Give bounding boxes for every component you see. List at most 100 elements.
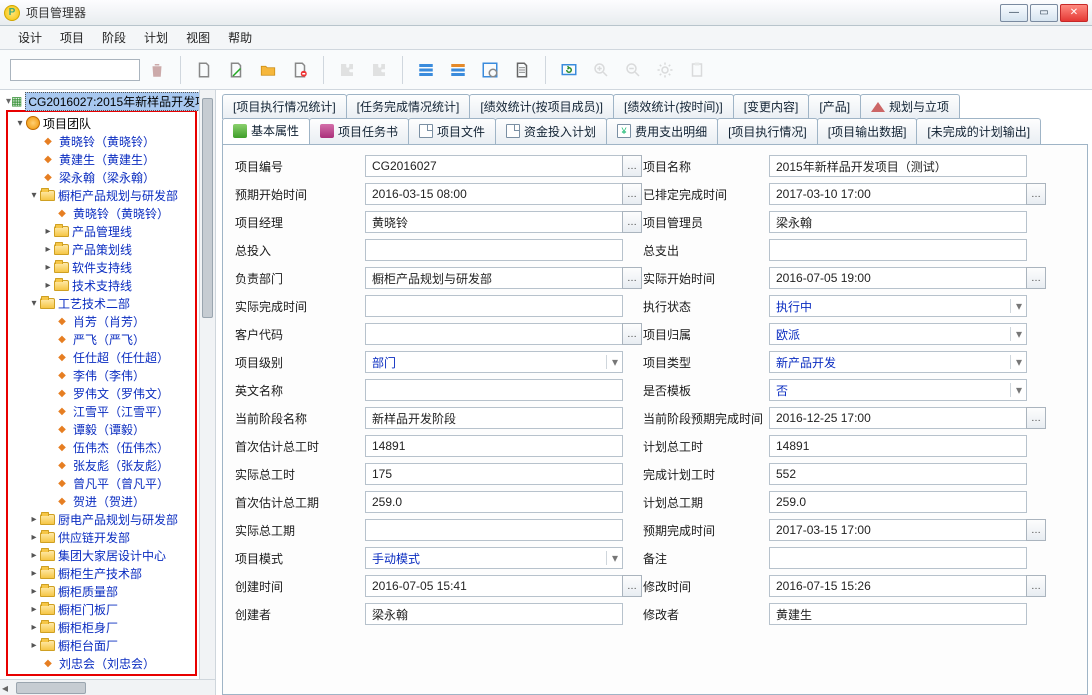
expand-icon[interactable]: ▸ <box>28 640 40 651</box>
tree-member[interactable]: 张友彪（张友彪） <box>10 456 195 474</box>
field-value[interactable]: 14891 <box>365 435 623 457</box>
tab-task-book[interactable]: 项目任务书 <box>309 118 409 144</box>
field-value[interactable]: 2016-12-25 17:00 <box>769 407 1027 429</box>
expand-icon[interactable]: ▸ <box>42 226 54 237</box>
close-button[interactable]: ✕ <box>1060 4 1088 22</box>
tree-member[interactable]: 黄晓铃（黄晓铃） <box>10 204 195 222</box>
tree-subdept[interactable]: ▸产品管理线 <box>10 222 195 240</box>
tree-member[interactable]: 曾凡平（曾凡平） <box>10 474 195 492</box>
tree-dept[interactable]: ▸厨电产品规划与研发部 <box>10 510 195 528</box>
field-value[interactable]: 新样品开发阶段 <box>365 407 623 429</box>
field-value[interactable]: 欧派 <box>769 323 1027 345</box>
lookup-button[interactable]: … <box>622 323 642 345</box>
menu-view[interactable]: 视图 <box>178 27 218 48</box>
tree-member[interactable]: 江雪平（江雪平） <box>10 402 195 420</box>
scroll-left-icon[interactable]: ◂ <box>2 681 8 695</box>
expand-icon[interactable]: ▸ <box>42 280 54 291</box>
field-value[interactable] <box>365 519 623 541</box>
tree-member[interactable]: 任仕超（任仕超） <box>10 348 195 366</box>
tree-member[interactable]: 黄晓铃（黄晓铃） <box>10 132 195 150</box>
menu-help[interactable]: 帮助 <box>220 27 260 48</box>
tab-product[interactable]: [产品] <box>808 94 861 119</box>
tree-dept[interactable]: ▸供应链开发部 <box>10 528 195 546</box>
field-value[interactable] <box>769 547 1027 569</box>
document-icon[interactable] <box>507 55 537 85</box>
expand-icon[interactable]: ▸ <box>28 568 40 579</box>
field-value[interactable]: 梁永翰 <box>365 603 623 625</box>
view-list-blue-icon[interactable] <box>411 55 441 85</box>
expand-icon[interactable]: ▸ <box>42 244 54 255</box>
expand-icon[interactable]: ▾ <box>28 190 40 201</box>
tab-exec-status[interactable]: [项目执行情况] <box>717 118 818 144</box>
field-value[interactable] <box>769 239 1027 261</box>
field-value[interactable] <box>365 323 623 345</box>
expand-icon[interactable]: ▸ <box>42 262 54 273</box>
tree-member[interactable]: 谭毅（谭毅） <box>10 420 195 438</box>
field-value[interactable] <box>365 239 623 261</box>
lookup-button[interactable]: … <box>622 575 642 597</box>
tree-member[interactable]: 黄建生（黄建生） <box>10 150 195 168</box>
lookup-button[interactable]: … <box>1026 267 1046 289</box>
field-value[interactable]: 2015年新样品开发项目（测试） <box>769 155 1027 177</box>
tree-subdept[interactable]: ▸软件支持线 <box>10 258 195 276</box>
maximize-button[interactable]: ▭ <box>1030 4 1058 22</box>
tree-member[interactable]: 刘忠会（刘忠会） <box>10 654 195 672</box>
field-value[interactable]: 橱柜产品规划与研发部 <box>365 267 623 289</box>
tree-dept[interactable]: ▸集团大家居设计中心 <box>10 546 195 564</box>
tab-expense[interactable]: 费用支出明细 <box>606 118 718 144</box>
view-list-orange-icon[interactable] <box>443 55 473 85</box>
project-tree[interactable]: ▾ ▦ CG2016027:2015年新样品开发项目（ ▾ 项目团队 黄晓铃（黄… <box>0 90 215 679</box>
open-folder-icon[interactable] <box>253 55 283 85</box>
tree-member[interactable]: 肖芳（肖芳） <box>10 312 195 330</box>
field-value[interactable] <box>365 379 623 401</box>
tab-fund-plan[interactable]: 资金投入计划 <box>495 118 607 144</box>
lookup-button[interactable]: … <box>1026 575 1046 597</box>
tree-root[interactable]: ▾ ▦ CG2016027:2015年新样品开发项目（ <box>4 92 215 110</box>
field-value[interactable]: CG2016027 <box>365 155 623 177</box>
edit-doc-icon[interactable] <box>221 55 251 85</box>
lookup-button[interactable]: … <box>1026 183 1046 205</box>
expand-icon[interactable]: ▸ <box>28 622 40 633</box>
expand-icon[interactable]: ▸ <box>28 514 40 525</box>
tab-exec-stats[interactable]: [项目执行情况统计] <box>222 94 347 119</box>
expand-icon[interactable]: ▸ <box>28 532 40 543</box>
field-value[interactable]: 执行中 <box>769 295 1027 317</box>
lookup-button[interactable]: … <box>622 183 642 205</box>
delete-doc-icon[interactable] <box>285 55 315 85</box>
tree-dept[interactable]: ▸橱柜柜身厂 <box>10 618 195 636</box>
field-value[interactable]: 552 <box>769 463 1027 485</box>
view-detail-icon[interactable] <box>475 55 505 85</box>
menu-project[interactable]: 项目 <box>52 27 92 48</box>
field-value[interactable]: 黄建生 <box>769 603 1027 625</box>
team-node[interactable]: ▾ 项目团队 <box>10 114 195 132</box>
tree-dept[interactable]: ▸橱柜质量部 <box>10 582 195 600</box>
tree-horizontal-scrollbar[interactable]: ◂ <box>0 679 215 695</box>
tree-member[interactable]: 严飞（严飞） <box>10 330 195 348</box>
tab-incomplete-output[interactable]: [未完成的计划输出] <box>916 118 1041 144</box>
tree-member[interactable]: 贺进（贺进） <box>10 492 195 510</box>
expand-icon[interactable]: ▾ <box>28 298 40 309</box>
menu-design[interactable]: 设计 <box>10 27 50 48</box>
tab-changes[interactable]: [变更内容] <box>733 94 810 119</box>
field-value[interactable]: 2016-07-05 15:41 <box>365 575 623 597</box>
expand-icon[interactable]: ▸ <box>28 586 40 597</box>
field-value[interactable] <box>365 295 623 317</box>
tab-basic-attrs[interactable]: 基本属性 <box>222 118 310 144</box>
lookup-button[interactable]: … <box>622 211 642 233</box>
lookup-button[interactable]: … <box>622 155 642 177</box>
expand-icon[interactable]: ▾ <box>14 118 26 129</box>
field-value[interactable]: 否 <box>769 379 1027 401</box>
tab-output-data[interactable]: [项目输出数据] <box>817 118 918 144</box>
field-value[interactable]: 黄晓铃 <box>365 211 623 233</box>
tab-task-stats[interactable]: [任务完成情况统计] <box>346 94 471 119</box>
field-value[interactable]: 2017-03-10 17:00 <box>769 183 1027 205</box>
minimize-button[interactable]: — <box>1000 4 1028 22</box>
tree-member[interactable]: 梁永翰（梁永翰） <box>10 168 195 186</box>
expand-icon[interactable]: ▸ <box>28 550 40 561</box>
tree-member[interactable]: 伍伟杰（伍伟杰） <box>10 438 195 456</box>
field-value[interactable]: 259.0 <box>769 491 1027 513</box>
lookup-button[interactable]: … <box>1026 407 1046 429</box>
tab-planning[interactable]: 规划与立项 <box>860 94 960 119</box>
tree-member[interactable]: 李伟（李伟） <box>10 366 195 384</box>
field-value[interactable]: 2016-03-15 08:00 <box>365 183 623 205</box>
